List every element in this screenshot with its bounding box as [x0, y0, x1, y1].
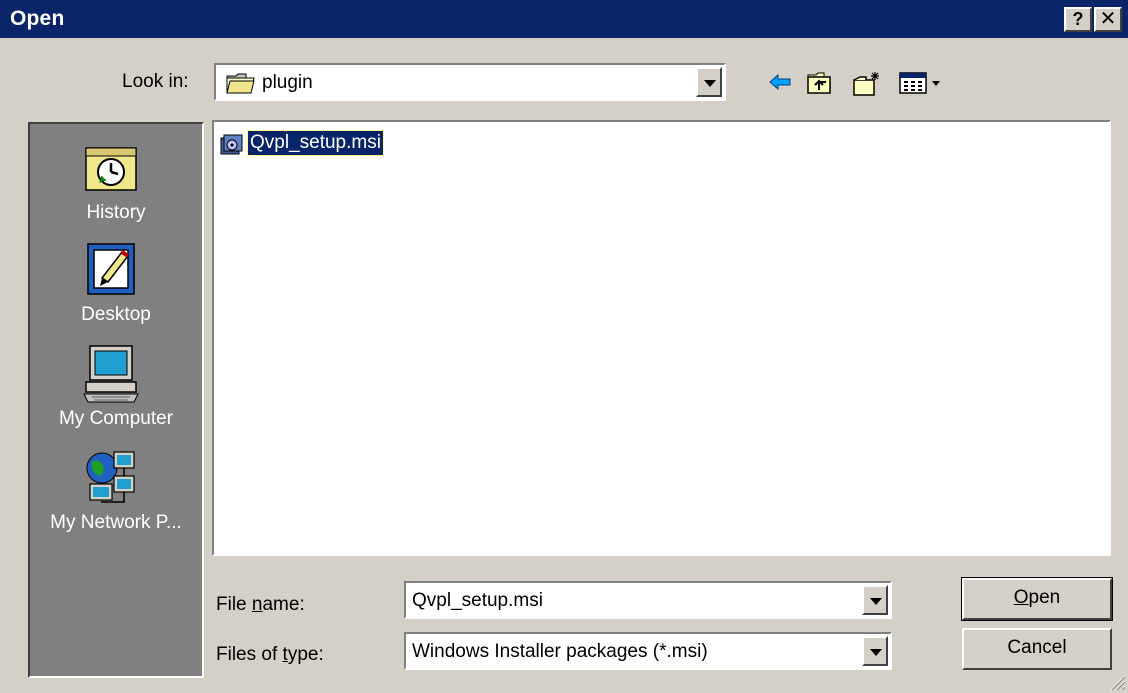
filetype-value: Windows Installer packages (*.msi) — [412, 641, 708, 662]
place-label: Desktop — [81, 304, 151, 325]
lookin-dropdown-button[interactable] — [696, 67, 722, 97]
view-menu-icon[interactable] — [898, 71, 948, 95]
filename-field[interactable]: Qvpl_setup.msi — [404, 581, 892, 619]
chevron-down-icon — [870, 649, 882, 656]
window-title: Open — [10, 7, 65, 30]
cancel-button[interactable]: Cancel — [962, 628, 1112, 670]
filename-dropdown-button[interactable] — [862, 585, 888, 615]
close-button[interactable]: ✕ — [1094, 7, 1122, 32]
lookin-dropdown[interactable]: plugin — [214, 63, 726, 101]
open-button[interactable]: Open — [961, 577, 1113, 621]
history-icon — [85, 147, 137, 191]
back-icon[interactable] — [768, 71, 794, 93]
filetype-select[interactable]: Windows Installer packages (*.msi) — [404, 632, 892, 670]
places-bar: History Desktop My Computer My Network P… — [28, 122, 204, 678]
folder-icon — [226, 73, 255, 94]
filetype-label: Files of type: — [216, 644, 324, 665]
file-list[interactable]: Qvpl_setup.msi — [212, 120, 1111, 556]
filename-label: File name: — [216, 594, 305, 615]
filetype-dropdown-button[interactable] — [862, 636, 888, 666]
filename-value: Qvpl_setup.msi — [412, 590, 543, 611]
msi-package-icon — [220, 134, 243, 155]
lookin-label: Look in: — [122, 71, 189, 92]
place-label: History — [86, 202, 146, 223]
lookin-value: plugin — [262, 72, 313, 93]
open-dialog: Open ? ✕ Look in: plugin History Desktop… — [0, 0, 1128, 693]
resize-grip-icon[interactable] — [1108, 673, 1126, 691]
chevron-down-icon — [870, 598, 882, 605]
desktop-icon — [87, 243, 135, 295]
chevron-down-icon — [704, 80, 716, 87]
help-button[interactable]: ? — [1064, 7, 1092, 32]
network-icon — [86, 451, 135, 503]
up-folder-icon[interactable] — [806, 71, 834, 95]
place-label: My Network P... — [50, 512, 182, 533]
new-folder-icon[interactable] — [852, 71, 882, 97]
place-label: My Computer — [58, 408, 174, 429]
file-name: Qvpl_setup.msi — [247, 130, 384, 156]
computer-icon — [83, 345, 139, 403]
title-bar[interactable]: Open ? ✕ — [0, 0, 1128, 38]
